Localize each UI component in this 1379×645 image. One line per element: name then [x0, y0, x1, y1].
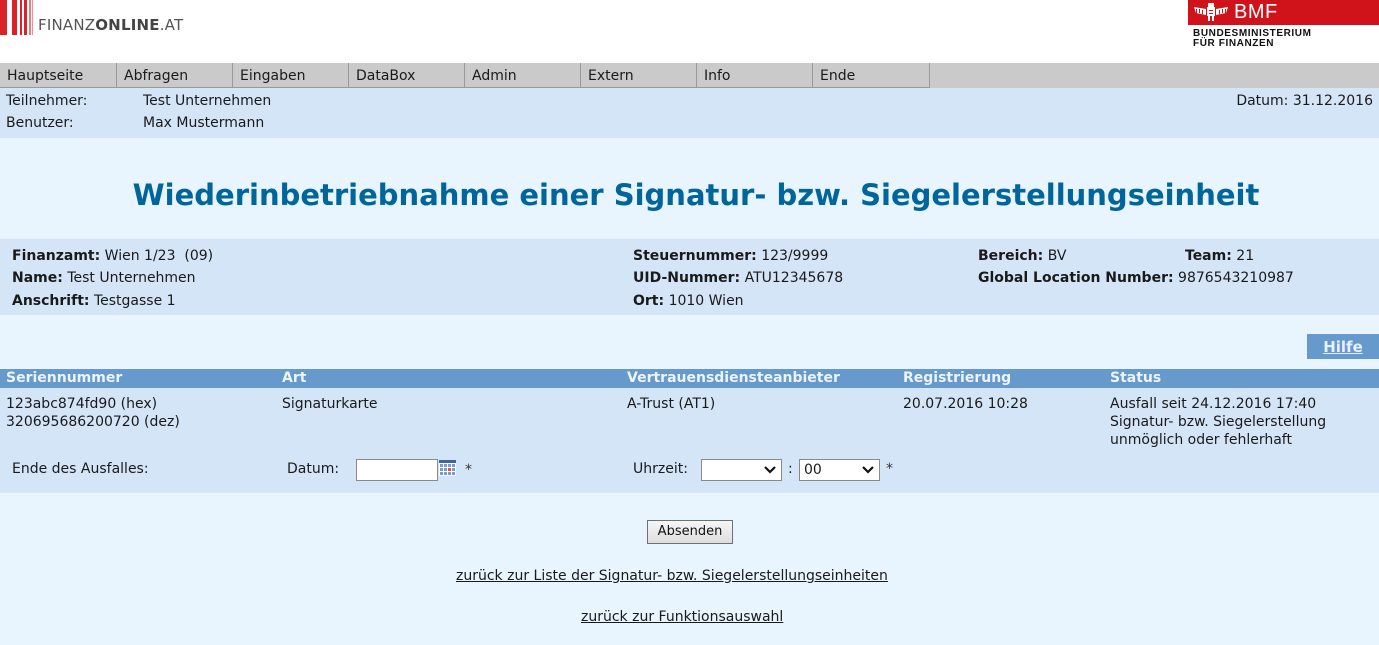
- uid-label: UID-Nummer:: [633, 270, 741, 286]
- column-header-serial: Seriennummer: [6, 370, 123, 386]
- column-header-registration: Registrierung: [903, 370, 1012, 386]
- user-value: Max Mustermann: [143, 115, 265, 131]
- top-header: FINANZONLINE.AT BMF BUNDESMINISTERIUM FÜ…: [0, 0, 1379, 63]
- column-header-art: Art: [282, 370, 307, 386]
- table-row: 123abc874fd90 (hex) 320695686200720 (dez…: [0, 388, 1379, 493]
- registration-cell: 20.07.2016 10:28: [903, 396, 1028, 412]
- steuernummer-label: Steuernummer:: [633, 248, 757, 264]
- ort-field: Ort: 1010 Wien: [633, 293, 744, 309]
- bmf-short: BMF: [1234, 1, 1278, 23]
- team-value: 21: [1236, 248, 1255, 264]
- gln-field: Global Location Number: 9876543210987: [978, 270, 1294, 286]
- time-separator: :: [788, 461, 793, 477]
- name-value: Test Unternehmen: [67, 270, 196, 286]
- nav-item-hauptseite[interactable]: Hauptseite: [0, 63, 117, 88]
- time-label: Uhrzeit:: [633, 461, 688, 477]
- barcode-stripes-icon: [0, 0, 34, 35]
- uid-field: UID-Nummer: ATU12345678: [633, 270, 843, 286]
- steuernummer-value: 123/9999: [761, 248, 829, 264]
- end-of-outage-label: Ende des Ausfalles:: [12, 461, 149, 477]
- steuernummer-field: Steuernummer: 123/9999: [633, 248, 828, 264]
- participant-value: Test Unternehmen: [143, 93, 272, 109]
- bmf-subtitle: BUNDESMINISTERIUM FÜR FINANZEN: [1193, 29, 1312, 49]
- status-line-2: Signatur- bzw. Siegelerstellung: [1110, 414, 1327, 430]
- participant-label: Teilnehmer:: [6, 93, 88, 109]
- chevron-down-icon: [764, 466, 776, 474]
- status-line-3: unmöglich oder fehlerhaft: [1110, 432, 1292, 448]
- bmf-logo: BMF BUNDESMINISTERIUM FÜR FINANZEN: [1188, 0, 1379, 50]
- serial-hex: 123abc874fd90 (hex): [6, 396, 158, 412]
- submit-button[interactable]: Absenden: [647, 520, 733, 544]
- status-line-1: Ausfall seit 24.12.2016 17:40: [1110, 396, 1317, 412]
- bereich-field: Bereich: BV: [978, 248, 1066, 264]
- serial-cell: 123abc874fd90 (hex) 320695686200720 (dez…: [6, 395, 180, 431]
- nav-item-abfragen[interactable]: Abfragen: [117, 63, 233, 88]
- date-required-marker: *: [465, 462, 472, 478]
- chevron-down-icon: [862, 466, 874, 474]
- minute-select[interactable]: 00: [799, 459, 880, 481]
- column-header-provider: Vertrauensdiensteanbieter: [627, 370, 840, 386]
- back-to-list-link[interactable]: zurück zur Liste der Signatur- bzw. Sieg…: [456, 568, 888, 584]
- minute-value: 00: [804, 462, 822, 478]
- gln-value: 9876543210987: [1178, 270, 1294, 286]
- user-label: Benutzer:: [6, 115, 74, 131]
- bmf-banner: BMF: [1188, 0, 1379, 25]
- bereich-value: BV: [1047, 248, 1067, 264]
- finanzamt-label: Finanzamt:: [12, 248, 101, 264]
- column-header-status: Status: [1110, 370, 1162, 386]
- page-title: Wiederinbetriebnahme einer Signatur- bzw…: [132, 178, 1260, 212]
- date-label: Datum:: [287, 461, 340, 477]
- status-cell: Ausfall seit 24.12.2016 17:40 Signatur- …: [1110, 395, 1326, 449]
- nav-filler: [929, 63, 1379, 88]
- serial-dec: 320695686200720 (dez): [6, 414, 180, 430]
- team-field: Team: 21: [1185, 248, 1254, 264]
- user-info-bar: Teilnehmer: Test Unternehmen Benutzer: M…: [0, 88, 1379, 138]
- gln-label: Global Location Number:: [978, 270, 1174, 286]
- brand-light: FINANZ: [38, 16, 96, 34]
- nav-item-info[interactable]: Info: [697, 63, 813, 88]
- anschrift-value: Testgasse 1: [93, 293, 176, 309]
- nav-item-extern[interactable]: Extern: [581, 63, 697, 88]
- hour-select[interactable]: [701, 459, 782, 481]
- anschrift-field: Anschrift: Testgasse 1: [12, 293, 176, 309]
- ort-label: Ort:: [633, 293, 665, 309]
- name-label: Name:: [12, 270, 63, 286]
- nav-item-databox[interactable]: DataBox: [349, 63, 465, 88]
- bmf-line2: FÜR FINANZEN: [1193, 38, 1275, 49]
- art-cell: Signaturkarte: [282, 396, 378, 412]
- main-nav: Hauptseite Abfragen Eingaben DataBox Adm…: [0, 63, 1379, 88]
- brand-bold: ONLINE: [95, 16, 160, 34]
- calendar-icon[interactable]: [439, 460, 456, 476]
- current-date: Datum: 31.12.2016: [1236, 93, 1373, 109]
- brand-suffix: .AT: [159, 16, 184, 34]
- nav-item-ende[interactable]: Ende: [813, 63, 930, 88]
- nav-item-admin[interactable]: Admin: [465, 63, 581, 88]
- uid-value: ATU12345678: [744, 270, 844, 286]
- taxpayer-info: Finanzamt: Wien 1/23 (09) Name: Test Unt…: [0, 239, 1379, 315]
- finanzamt-field: Finanzamt: Wien 1/23 (09): [12, 248, 213, 264]
- provider-cell: A-Trust (AT1): [627, 396, 716, 412]
- name-field: Name: Test Unternehmen: [12, 270, 196, 286]
- nav-item-eingaben[interactable]: Eingaben: [233, 63, 349, 88]
- team-label: Team:: [1185, 248, 1232, 264]
- anschrift-label: Anschrift:: [12, 293, 90, 309]
- ort-value: 1010 Wien: [668, 293, 744, 309]
- finanzamt-value: Wien 1/23 (09): [104, 248, 214, 264]
- help-link[interactable]: Hilfe: [1307, 334, 1379, 359]
- finanzonline-wordmark: FINANZONLINE.AT: [38, 16, 183, 34]
- bereich-label: Bereich:: [978, 248, 1044, 264]
- time-required-marker: *: [886, 461, 893, 477]
- table-header: Seriennummer Art Vertrauensdiensteanbiet…: [0, 369, 1379, 388]
- date-input[interactable]: [356, 459, 438, 481]
- eagle-icon: [1194, 3, 1228, 21]
- back-to-functions-link[interactable]: zurück zur Funktionsauswahl: [581, 609, 783, 625]
